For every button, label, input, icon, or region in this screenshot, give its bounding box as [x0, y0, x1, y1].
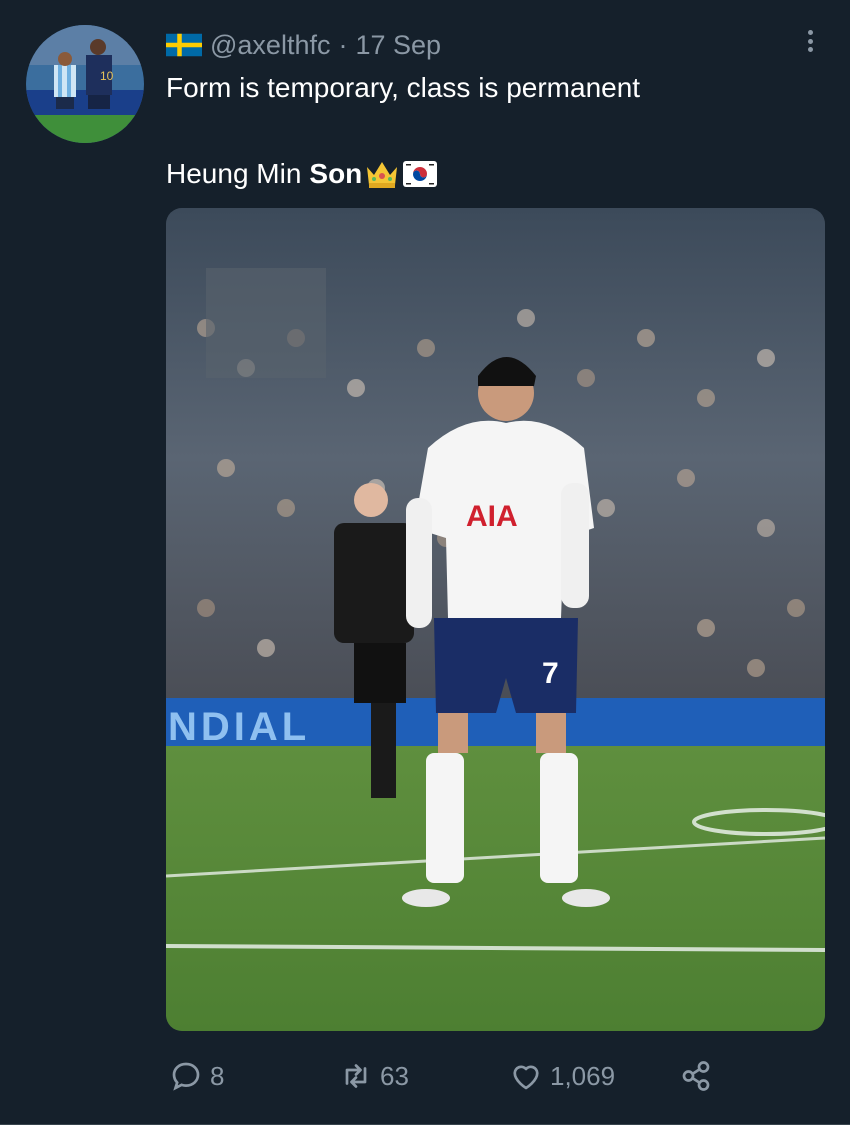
- reply-button[interactable]: 8: [168, 1056, 224, 1096]
- share-button[interactable]: [678, 1056, 714, 1096]
- tweet-header: @axelthfc · 17 Sep: [166, 29, 441, 61]
- like-button[interactable]: 1,069: [508, 1056, 615, 1096]
- tweet-media-photo[interactable]: NDIAL AIA 7: [166, 208, 825, 1031]
- author-avatar[interactable]: 10: [26, 25, 144, 143]
- sweden-flag-icon: [166, 33, 202, 57]
- retweet-icon: [345, 1064, 367, 1088]
- reply-icon: [172, 1062, 200, 1091]
- heart-icon: [513, 1065, 539, 1090]
- crown-emoji-icon: [367, 162, 398, 188]
- retweet-button[interactable]: 63: [338, 1056, 409, 1096]
- tweet-actions: 8 63 1,069: [166, 1056, 726, 1096]
- reply-count: 8: [210, 1060, 225, 1091]
- tweet-date[interactable]: 17 Sep: [355, 30, 441, 61]
- jersey-sponsor-text: AIA: [466, 500, 518, 533]
- more-options-icon[interactable]: [800, 26, 820, 56]
- author-handle[interactable]: @axelthfc: [210, 30, 330, 61]
- tweet-line-2-bold: Son: [309, 158, 363, 189]
- like-count: 1,069: [550, 1060, 616, 1091]
- tweet-line-1: Form is temporary, class is permanent: [166, 72, 641, 103]
- tweet-text: Form is temporary, class is permanent He…: [166, 70, 806, 192]
- advertising-board-text: NDIAL: [168, 705, 310, 749]
- svg-text:10: 10: [100, 69, 114, 83]
- retweet-count: 63: [380, 1060, 409, 1091]
- shirt-number-text: 7: [542, 657, 559, 690]
- south-korea-flag-icon: [403, 161, 438, 187]
- tweet-line-2: Heung Min Son: [166, 156, 806, 192]
- share-icon: [682, 1061, 710, 1091]
- tweet-line-2-prefix: Heung Min: [166, 158, 302, 189]
- header-separator: ·: [338, 29, 348, 60]
